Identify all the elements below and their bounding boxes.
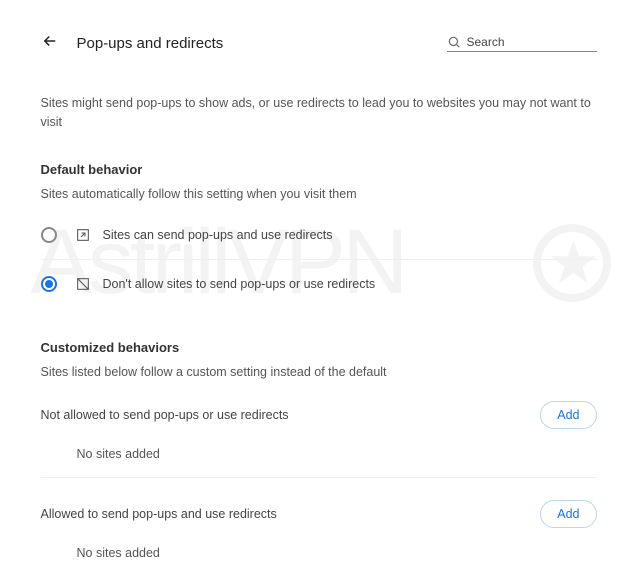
search-field[interactable] xyxy=(447,35,597,52)
add-allowed-button[interactable]: Add xyxy=(540,500,596,528)
page-title: Pop-ups and redirects xyxy=(77,35,224,52)
search-icon xyxy=(447,35,461,49)
customized-sub: Sites listed below follow a custom setti… xyxy=(41,365,597,379)
radio-option-block[interactable]: Don't allow sites to send pop-ups or use… xyxy=(41,260,597,308)
allowed-title: Allowed to send pop-ups and use redirect… xyxy=(41,507,277,521)
radio-label-block: Don't allow sites to send pop-ups or use… xyxy=(103,277,376,291)
radio-option-allow[interactable]: Sites can send pop-ups and use redirects xyxy=(41,211,597,260)
default-behavior-sub: Sites automatically follow this setting … xyxy=(41,187,597,201)
not-allowed-empty: No sites added xyxy=(41,429,597,471)
popup-allow-icon xyxy=(75,227,91,243)
search-input[interactable] xyxy=(467,35,597,49)
intro-text: Sites might send pop-ups to show ads, or… xyxy=(41,94,597,132)
radio-button-block[interactable] xyxy=(41,276,57,292)
not-allowed-title: Not allowed to send pop-ups or use redir… xyxy=(41,408,289,422)
back-arrow-icon[interactable] xyxy=(41,32,59,54)
default-behavior-heading: Default behavior xyxy=(41,162,597,177)
radio-label-allow: Sites can send pop-ups and use redirects xyxy=(103,228,333,242)
radio-button-allow[interactable] xyxy=(41,227,57,243)
allowed-empty: No sites added xyxy=(41,528,597,570)
add-not-allowed-button[interactable]: Add xyxy=(540,401,596,429)
popup-block-icon xyxy=(75,276,91,292)
customized-heading: Customized behaviors xyxy=(41,340,597,355)
